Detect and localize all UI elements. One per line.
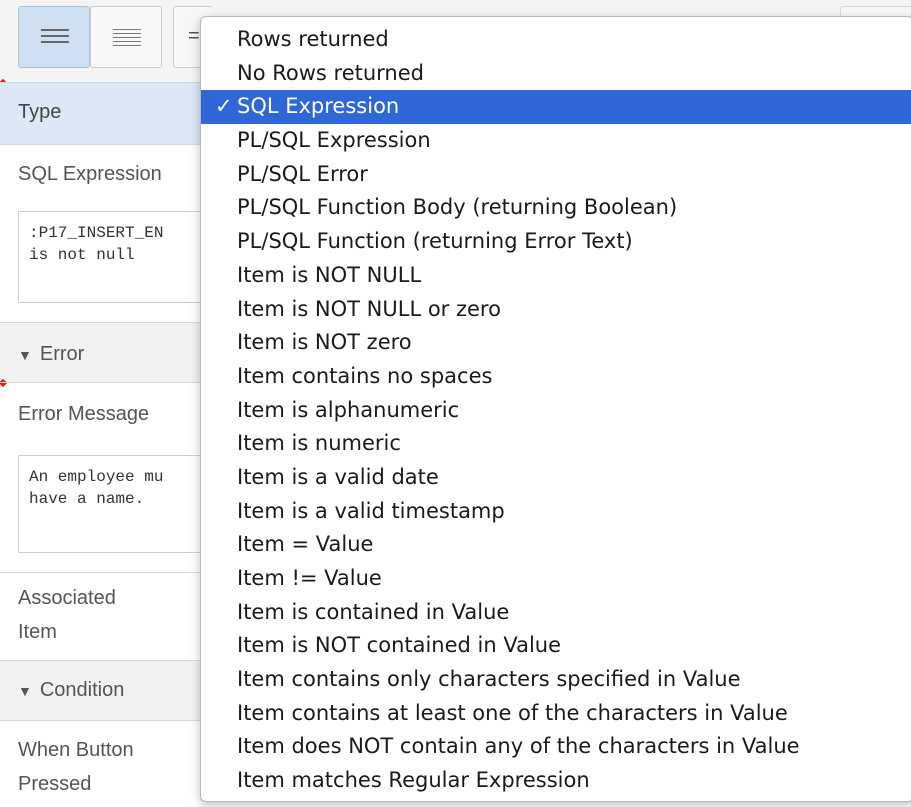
- when-button-pressed-label: When Button Pressed: [18, 739, 134, 795]
- dropdown-option-label: Item is contained in Value: [237, 599, 510, 624]
- dropdown-option-label: Item contains at least one of the charac…: [237, 700, 788, 725]
- type-dropdown-list[interactable]: Rows returned No Rows returned ✓ SQL Expres…: [200, 16, 911, 802]
- dropdown-option-label: Item is a valid date: [237, 464, 439, 489]
- dropdown-option-label: Item is NOT NULL or zero: [237, 296, 501, 321]
- dropdown-option[interactable]: Rows returned: [201, 23, 911, 57]
- dropdown-option[interactable]: PL/SQL Error: [201, 158, 911, 192]
- dropdown-option-label: PL/SQL Function (returning Error Text): [237, 229, 633, 254]
- dropdown-option[interactable]: Item is NOT contained in Value: [201, 629, 911, 663]
- dropdown-option[interactable]: Item is NOT NULL or zero: [201, 293, 911, 327]
- dropdown-option[interactable]: No Rows returned: [201, 57, 911, 91]
- condition-section-label: Condition: [39, 679, 125, 701]
- dropdown-option-label: Item is NOT NULL: [237, 262, 422, 287]
- dropdown-option[interactable]: Item is alphanumeric: [201, 394, 911, 428]
- dropdown-option[interactable]: Item contains no spaces: [201, 360, 911, 394]
- dropdown-option[interactable]: PL/SQL Function (returning Error Text): [201, 225, 911, 259]
- checkmark-icon: ✓: [215, 94, 233, 119]
- dropdown-option-label: No Rows returned: [237, 60, 424, 85]
- dropdown-option[interactable]: Item != Value: [201, 562, 911, 596]
- error-message-label: Error Message: [18, 403, 150, 425]
- list-view-icon: [41, 29, 69, 47]
- dropdown-option[interactable]: Item matches Regular Expression: [201, 764, 911, 798]
- type-label: Type: [18, 101, 62, 123]
- dropdown-option[interactable]: ✓ SQL Expression: [201, 90, 911, 125]
- error-section-label: Error: [39, 343, 85, 365]
- dropdown-option-label: Item != Value: [237, 566, 382, 590]
- dropdown-option-label: Item contains no spaces: [237, 363, 493, 388]
- sql-expression-label: SQL Expression: [18, 163, 162, 185]
- dropdown-option-label: PL/SQL Expression: [237, 128, 431, 153]
- dropdown-option[interactable]: Item is NOT zero: [201, 326, 911, 360]
- dropdown-option[interactable]: Item is a valid date: [201, 461, 911, 495]
- dropdown-option[interactable]: Item is a valid timestamp: [201, 495, 911, 529]
- associated-item-label: Associated Item: [18, 587, 116, 643]
- dropdown-option-label: Item = Value: [237, 532, 374, 557]
- dropdown-option-label: Item is NOT zero: [237, 330, 412, 355]
- dropdown-option-label: Item is alphanumeric: [237, 397, 460, 422]
- list-view-button[interactable]: [18, 6, 90, 68]
- dropdown-option[interactable]: Item contains only characters specified …: [201, 663, 911, 697]
- dropdown-option[interactable]: Item = Value: [201, 528, 911, 562]
- dropdown-option[interactable]: Item is numeric: [201, 427, 911, 461]
- dropdown-option-label: Item is numeric: [237, 431, 401, 456]
- dense-list-view-icon: [113, 29, 141, 49]
- dropdown-option[interactable]: Item is NOT NULL: [201, 259, 911, 293]
- dropdown-option-label: Item matches Regular Expression: [237, 768, 590, 793]
- collapse-triangle-icon: ▼: [18, 347, 32, 363]
- dropdown-option-label: SQL Expression: [237, 94, 400, 119]
- dropdown-option-label: PL/SQL Function Body (returning Boolean): [237, 195, 678, 220]
- dropdown-option-label: PL/SQL Error: [237, 161, 368, 186]
- overflow-icon: =: [188, 25, 200, 47]
- dropdown-option-label: Item does NOT contain any of the charact…: [237, 734, 800, 759]
- dropdown-option-label: Item is a valid timestamp: [237, 498, 505, 523]
- dropdown-option-label: Item is NOT contained in Value: [237, 633, 562, 658]
- dropdown-option[interactable]: PL/SQL Expression: [201, 124, 911, 158]
- dropdown-option[interactable]: PL/SQL Function Body (returning Boolean): [201, 191, 911, 225]
- dropdown-option[interactable]: Item contains at least one of the charac…: [201, 697, 911, 731]
- dropdown-option[interactable]: Item does NOT contain any of the charact…: [201, 730, 911, 764]
- dense-list-view-button[interactable]: [90, 6, 162, 68]
- dropdown-option-label: Rows returned: [237, 27, 389, 51]
- dropdown-option[interactable]: Item is contained in Value: [201, 596, 911, 630]
- collapse-triangle-icon: ▼: [18, 683, 32, 699]
- dropdown-option-label: Item contains only characters specified …: [237, 667, 741, 692]
